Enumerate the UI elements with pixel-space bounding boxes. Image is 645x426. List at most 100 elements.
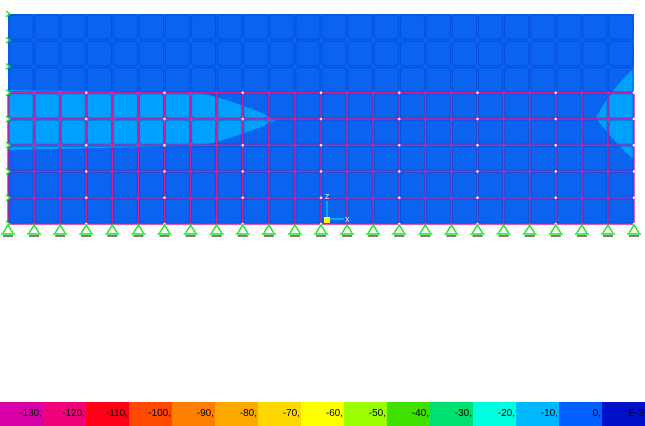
node-marker [163, 170, 166, 173]
pin-support-icon [366, 223, 381, 237]
node-marker [398, 91, 401, 94]
pin-support-icon [105, 223, 120, 237]
axis-label-z: Z [325, 194, 330, 201]
legend-label: -40, [411, 408, 429, 419]
pin-support-icon [261, 223, 276, 237]
node-marker [85, 196, 88, 199]
legend-segment: -120, [43, 402, 86, 426]
legend-label: -130, [19, 408, 42, 419]
legend-segment: -30, [430, 402, 473, 426]
node-marker [85, 170, 88, 173]
pin-support-icon [79, 223, 94, 237]
legend-segment: -80, [215, 402, 258, 426]
pin-support-icon [27, 223, 42, 237]
legend-segment: -100, [129, 402, 172, 426]
node-marker [632, 196, 636, 199]
node-marker [163, 117, 166, 121]
legend-segment: -60, [301, 402, 344, 426]
pin-support-icon [235, 223, 250, 237]
pin-support-icon [548, 223, 563, 237]
pin-support-icon [53, 223, 68, 237]
node-marker [554, 170, 557, 173]
pin-support-icon [183, 223, 198, 237]
legend-segment: 0, [559, 402, 602, 426]
node-marker [319, 117, 323, 121]
legend-label: -90, [196, 408, 214, 419]
legend-segment: -90, [172, 402, 215, 426]
axis-origin-marker [324, 217, 330, 223]
legend-label: -110, [105, 408, 128, 419]
node-marker [319, 144, 323, 147]
legend-label: -80, [239, 408, 257, 419]
pin-support-icon [131, 223, 146, 237]
node-marker [476, 196, 479, 199]
node-marker [241, 144, 244, 147]
legend-segment: -110, [86, 402, 129, 426]
model-viewport[interactable]: ZX [0, 0, 645, 400]
pin-support-icon [444, 223, 459, 237]
node-marker [319, 91, 323, 94]
legend-label: E-3 [628, 408, 644, 419]
legend-label: -120, [62, 408, 85, 419]
node-marker [476, 144, 479, 147]
node-marker [554, 117, 557, 121]
legend-segment: -10, [516, 402, 559, 426]
node-marker [319, 170, 323, 173]
axis-label-x: X [345, 217, 350, 224]
node-marker [163, 91, 166, 94]
pin-support-icon [627, 223, 641, 237]
node-marker [241, 196, 244, 199]
legend-label: 0, [592, 408, 601, 419]
legend-label: -10, [540, 408, 558, 419]
pin-support-icon [287, 223, 302, 237]
legend-label: -70, [282, 408, 300, 419]
legend-label: -60, [325, 408, 343, 419]
node-marker [85, 91, 88, 94]
node-marker [632, 117, 636, 121]
pin-support-icon [340, 223, 355, 237]
node-marker [554, 196, 557, 199]
node-marker [476, 170, 479, 173]
legend-segment: -130, [0, 402, 43, 426]
pin-support-icon [600, 223, 615, 237]
pin-support-icon [157, 223, 172, 237]
pin-support-icon [1, 223, 15, 237]
legend-label: -30, [454, 408, 472, 419]
legend-segment: -70, [258, 402, 301, 426]
legend-segment: -40, [387, 402, 430, 426]
legend-segment: -20, [473, 402, 516, 426]
node-marker [398, 170, 401, 173]
node-marker [85, 144, 88, 147]
node-marker [241, 170, 244, 173]
node-marker [163, 196, 166, 199]
legend-label: -50, [368, 408, 386, 419]
shell-contour-plot: ZX [1, 10, 641, 237]
legend-label: -20, [497, 408, 515, 419]
pin-support-icon [496, 223, 511, 237]
legend-segment: E-3 [602, 402, 645, 426]
pin-support-icon [392, 223, 407, 237]
node-marker [398, 117, 401, 121]
pin-support-icon [470, 223, 485, 237]
pin-support-icon [209, 223, 224, 237]
node-marker [241, 117, 244, 121]
contour-legend-bar: -130, -120, -110, -100, -90, -80, -70, -60, -50,… [0, 402, 645, 426]
node-marker [554, 91, 557, 94]
pin-support-icon [418, 223, 433, 237]
node-marker [319, 196, 323, 199]
node-marker [476, 117, 479, 121]
node-marker [241, 91, 244, 94]
node-marker [476, 91, 479, 94]
legend-segment: -50, [344, 402, 387, 426]
node-marker [632, 170, 636, 173]
node-marker [632, 144, 636, 147]
node-marker [398, 144, 401, 147]
node-marker [632, 91, 636, 94]
legend-label: -100, [148, 408, 171, 419]
pin-support-icon [574, 223, 589, 237]
node-marker [554, 144, 557, 147]
pin-support-icon [314, 223, 328, 237]
node-marker [85, 117, 88, 121]
pin-support-icon [522, 223, 537, 237]
node-marker [398, 196, 401, 199]
